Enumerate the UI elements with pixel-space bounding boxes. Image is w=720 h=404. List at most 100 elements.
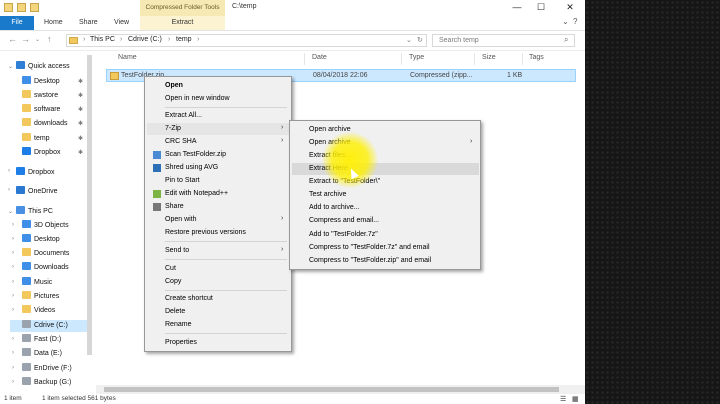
nav-fast-d[interactable]: Fast (D:) bbox=[22, 334, 61, 346]
7z-open-archive[interactable]: Open archive bbox=[309, 124, 479, 136]
nav-data-e[interactable]: Data (E:) bbox=[22, 348, 62, 360]
nav-pinned-desktop[interactable]: Desktop ✱ bbox=[22, 76, 86, 88]
chevron-right-icon[interactable]: › bbox=[12, 264, 14, 270]
chevron-right-icon[interactable]: › bbox=[12, 279, 14, 285]
search-input[interactable]: Search temp ⌕ bbox=[432, 34, 575, 47]
menu-open-new-window[interactable]: Open in new window bbox=[165, 93, 289, 105]
column-name[interactable]: Name bbox=[118, 54, 137, 61]
menu-cut[interactable]: Cut bbox=[165, 263, 289, 275]
save-icon[interactable] bbox=[4, 3, 13, 12]
chevron-right-icon[interactable]: › bbox=[12, 293, 14, 299]
menu-scan[interactable]: Scan TestFolder.zip bbox=[153, 149, 289, 161]
minimize-button[interactable]: — bbox=[506, 0, 528, 14]
tab-view[interactable]: View bbox=[114, 16, 129, 30]
breadcrumb-thispc[interactable]: This PC bbox=[90, 36, 115, 43]
7z-extract-here[interactable]: Extract Here bbox=[292, 163, 479, 175]
menu-crc-sha[interactable]: CRC SHA bbox=[165, 136, 289, 148]
search-icon[interactable]: ⌕ bbox=[564, 35, 568, 45]
nav-3d-objects[interactable]: 3D Objects bbox=[22, 220, 69, 232]
nav-desktop[interactable]: Desktop bbox=[22, 234, 60, 246]
menu-open[interactable]: Open bbox=[165, 80, 289, 92]
refresh-icon[interactable]: ↻ bbox=[417, 36, 423, 44]
tab-share[interactable]: Share bbox=[79, 16, 98, 30]
menu-rename[interactable]: Rename bbox=[165, 319, 289, 331]
close-button[interactable]: ✕ bbox=[559, 0, 581, 14]
recent-locations-icon[interactable]: ⌄ bbox=[35, 36, 40, 43]
nav-dropbox[interactable]: Dropbox bbox=[16, 167, 54, 179]
7z-add-to-7z[interactable]: Add to "TestFolder.7z" bbox=[309, 229, 479, 241]
tab-file[interactable]: File bbox=[0, 16, 34, 30]
7z-test-archive[interactable]: Test archive bbox=[309, 189, 479, 201]
menu-delete[interactable]: Delete bbox=[165, 306, 289, 318]
menu-7zip[interactable]: 7-Zip bbox=[147, 123, 289, 135]
nav-pinned-temp[interactable]: temp ✱ bbox=[22, 133, 86, 145]
chevron-right-icon[interactable]: › bbox=[12, 307, 14, 313]
nav-pictures[interactable]: Pictures bbox=[22, 291, 59, 303]
menu-extract-all[interactable]: Extract All... bbox=[165, 110, 289, 122]
column-size[interactable]: Size bbox=[482, 54, 496, 61]
new-folder-icon[interactable] bbox=[30, 3, 39, 12]
back-icon[interactable]: ← bbox=[8, 34, 17, 44]
nav-pinned-software[interactable]: software ✱ bbox=[22, 104, 86, 116]
up-icon[interactable]: ↑ bbox=[47, 34, 52, 44]
chevron-right-icon[interactable]: › bbox=[8, 187, 10, 193]
nav-music[interactable]: Music bbox=[22, 277, 52, 289]
nav-cdrive[interactable]: Cdrive (C:) bbox=[10, 320, 87, 332]
nav-downloads[interactable]: Downloads bbox=[22, 262, 69, 274]
tab-extract[interactable]: Extract bbox=[140, 16, 225, 30]
help-icon[interactable]: ? bbox=[573, 17, 577, 26]
nav-this-pc[interactable]: This PC bbox=[16, 206, 53, 218]
menu-create-shortcut[interactable]: Create shortcut bbox=[165, 293, 289, 305]
chevron-right-icon[interactable]: › bbox=[12, 236, 14, 242]
column-date[interactable]: Date bbox=[312, 54, 327, 61]
nav-pinned-swstore[interactable]: swstore ✱ bbox=[22, 90, 86, 102]
properties-icon[interactable] bbox=[17, 3, 26, 12]
menu-pin-to-start[interactable]: Pin to Start bbox=[165, 175, 289, 187]
7z-add-to-archive[interactable]: Add to archive... bbox=[309, 202, 479, 214]
7z-compress-and-email[interactable]: Compress and email... bbox=[309, 215, 479, 227]
breadcrumb-cdrive[interactable]: Cdrive (C:) bbox=[128, 36, 162, 43]
nav-videos[interactable]: Videos bbox=[22, 305, 55, 317]
chevron-right-icon[interactable]: › bbox=[12, 365, 14, 371]
chevron-right-icon[interactable]: › bbox=[12, 350, 14, 356]
nav-endrive-f[interactable]: EnDrive (F:) bbox=[22, 363, 72, 375]
chevron-right-icon[interactable]: › bbox=[12, 222, 14, 228]
7z-compress-7z-email[interactable]: Compress to "TestFolder.7z" and email bbox=[309, 242, 479, 254]
horizontal-scrollbar[interactable] bbox=[96, 385, 585, 394]
nav-pinned-downloads[interactable]: downloads ✱ bbox=[22, 118, 86, 130]
nav-scrollbar[interactable] bbox=[87, 55, 92, 355]
tab-home[interactable]: Home bbox=[44, 16, 63, 30]
nav-quick-access[interactable]: Quick access bbox=[16, 61, 70, 73]
menu-restore-versions[interactable]: Restore previous versions bbox=[165, 227, 289, 239]
file-date: 08/04/2018 22:06 bbox=[313, 71, 368, 79]
menu-share[interactable]: Share bbox=[153, 201, 289, 213]
column-tags[interactable]: Tags bbox=[529, 54, 544, 61]
chevron-right-icon[interactable]: › bbox=[8, 168, 10, 174]
ribbon-expand-icon[interactable]: ⌄ bbox=[562, 17, 569, 26]
chevron-right-icon[interactable]: › bbox=[12, 336, 14, 342]
breadcrumb-temp[interactable]: temp bbox=[176, 36, 192, 43]
forward-icon[interactable]: → bbox=[21, 34, 30, 44]
maximize-button[interactable]: ☐ bbox=[530, 0, 552, 14]
menu-shred[interactable]: Shred using AVG bbox=[153, 162, 289, 174]
menu-properties[interactable]: Properties bbox=[165, 337, 289, 349]
menu-open-with[interactable]: Open with bbox=[165, 214, 289, 226]
7z-compress-zip-email[interactable]: Compress to "TestFolder.zip" and email bbox=[309, 255, 479, 267]
chevron-down-icon[interactable]: ⌄ bbox=[8, 63, 13, 70]
chevron-down-icon[interactable]: ⌄ bbox=[8, 208, 13, 215]
menu-edit-notepadpp[interactable]: Edit with Notepad++ bbox=[153, 188, 289, 200]
scrollbar-thumb[interactable] bbox=[104, 387, 559, 392]
menu-send-to[interactable]: Send to bbox=[165, 245, 289, 257]
nav-backup-g[interactable]: Backup (G:) bbox=[22, 377, 71, 389]
nav-documents[interactable]: Documents bbox=[22, 248, 69, 260]
address-dropdown-icon[interactable]: ⌄ bbox=[406, 36, 412, 44]
column-type[interactable]: Type bbox=[409, 54, 424, 61]
menu-copy[interactable]: Copy bbox=[165, 276, 289, 288]
chevron-right-icon[interactable]: › bbox=[12, 250, 14, 256]
nav-pinned-dropbox[interactable]: Dropbox ✱ bbox=[22, 147, 86, 159]
details-view-icon[interactable]: ☰ bbox=[560, 395, 566, 403]
large-icons-view-icon[interactable]: ▦ bbox=[572, 395, 579, 403]
chevron-right-icon[interactable]: › bbox=[12, 379, 14, 385]
address-bar[interactable]: › This PC › Cdrive (C:) › temp › ⌄ ↻ bbox=[66, 34, 427, 47]
nav-onedrive[interactable]: OneDrive bbox=[16, 186, 58, 198]
